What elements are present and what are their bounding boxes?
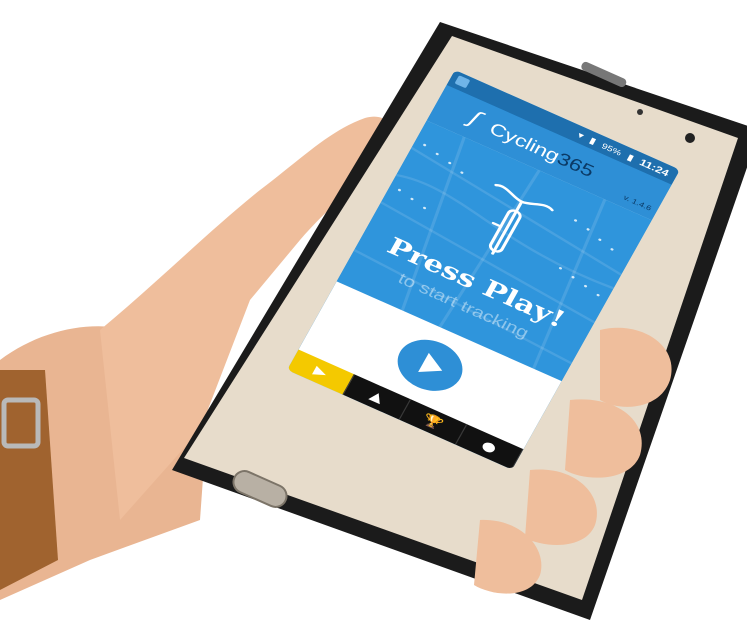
play-icon: ▶ (311, 362, 330, 381)
phone-sensor (637, 109, 643, 115)
wifi-icon: ▾ (575, 130, 586, 142)
phone-camera (685, 133, 695, 143)
battery-icon: ▮ (625, 152, 636, 164)
signal-icon: ▮ (587, 135, 598, 147)
road-icon: ▲ (367, 387, 387, 406)
notification-icon (454, 75, 471, 89)
photo-scene: ▾ ▮ 95% ▮ 11:24 ʃ Cycling365 v. 1.4.6 Pr… (0, 0, 747, 637)
play-button[interactable] (387, 330, 473, 401)
logo-number: 365 (553, 148, 598, 181)
profile-icon: ● (479, 437, 500, 456)
trophy-icon: 🏆 (420, 410, 447, 433)
cyclist-logo-icon: ʃ (465, 106, 485, 131)
